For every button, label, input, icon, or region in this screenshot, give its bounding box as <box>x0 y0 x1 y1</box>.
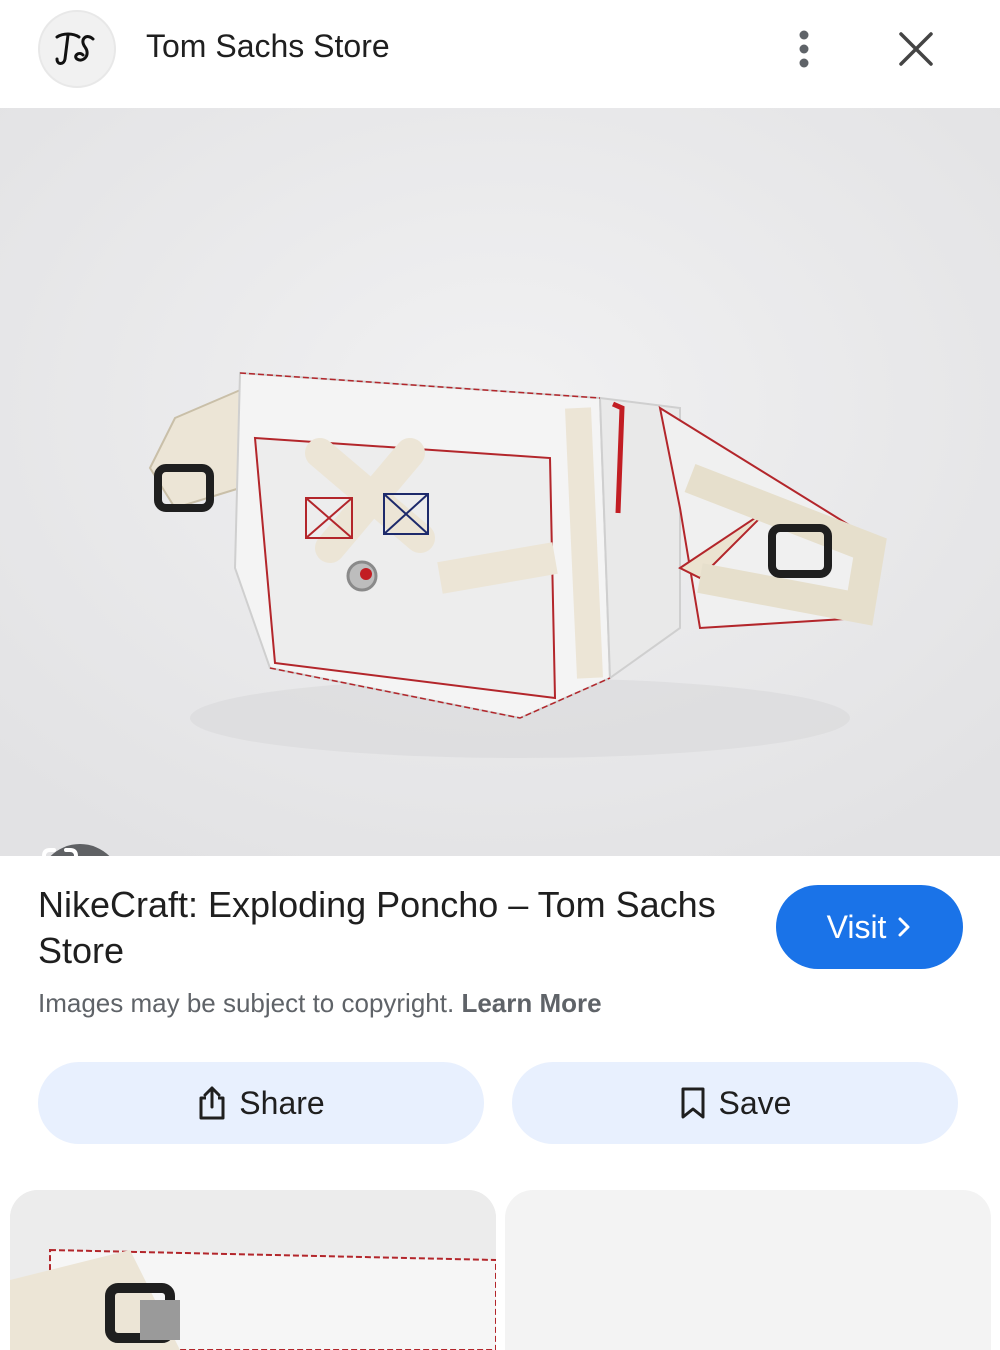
copyright-notice: Images may be subject to copyright. Lear… <box>38 988 602 1019</box>
close-button[interactable] <box>890 24 942 74</box>
top-bar: Tom Sachs Store <box>0 0 1000 108</box>
related-image-1[interactable] <box>10 1190 496 1350</box>
share-label: Share <box>239 1084 325 1121</box>
site-logo[interactable] <box>38 10 116 88</box>
ts-logo-icon <box>55 32 95 65</box>
related-image-2[interactable] <box>505 1190 991 1350</box>
waist-bag-image <box>0 108 1000 856</box>
close-icon <box>899 32 933 66</box>
product-image[interactable] <box>0 108 1000 856</box>
bookmark-icon <box>681 1087 705 1119</box>
chevron-right-icon <box>898 917 910 937</box>
more-vertical-icon <box>799 30 809 68</box>
copyright-text: Images may be subject to copyright. <box>38 988 455 1018</box>
visit-button[interactable]: Visit <box>776 885 963 969</box>
learn-more-link[interactable]: Learn More <box>461 988 601 1018</box>
result-title[interactable]: NikeCraft: Exploding Poncho – Tom Sachs … <box>38 882 738 974</box>
save-label: Save <box>718 1084 792 1121</box>
share-icon <box>199 1086 225 1120</box>
share-button[interactable]: Share <box>38 1062 484 1144</box>
site-name[interactable]: Tom Sachs Store <box>146 28 390 65</box>
more-options-button[interactable] <box>782 24 826 74</box>
related-bag-image <box>10 1190 496 1350</box>
google-lens-icon <box>42 848 78 856</box>
visit-label: Visit <box>826 908 887 945</box>
save-button[interactable]: Save <box>512 1062 958 1144</box>
